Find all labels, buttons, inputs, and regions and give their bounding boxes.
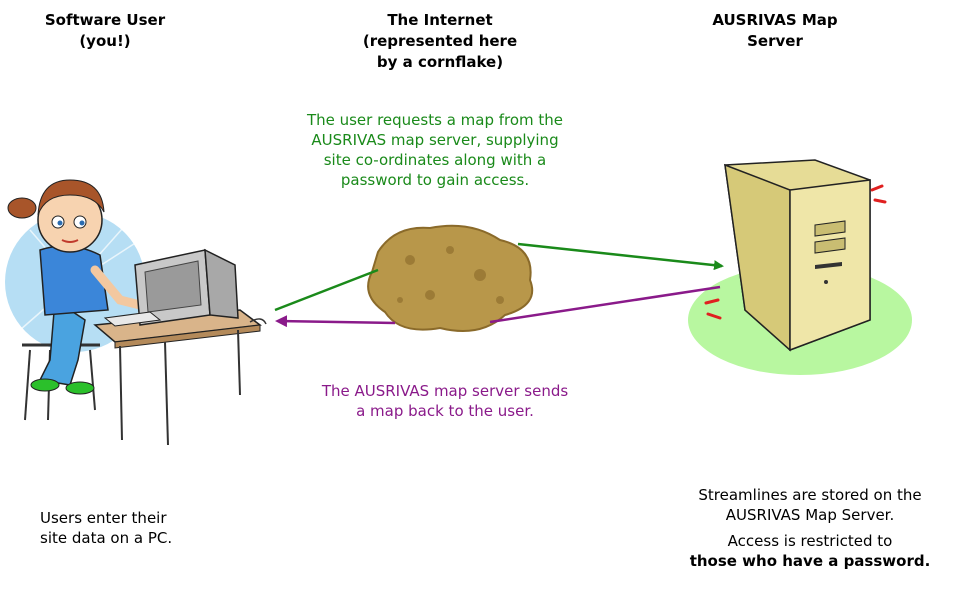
shoe-icon [30,378,60,392]
shoe-icon [65,381,95,395]
user-caption-line: Users enter their [40,509,167,527]
request-arrow [517,242,724,271]
diagram-canvas [5,159,912,446]
server-caption-line: AUSRIVAS Map Server. [725,506,895,524]
server-caption: Streamlines are stored on the AUSRIVAS M… [650,485,970,571]
user-caption: Users enter their site data on a PC. [40,508,210,548]
user-figure [5,179,145,421]
response-arrow [275,315,396,328]
desk-legs [119,329,241,446]
request-arrow-left-segment [274,268,379,312]
ponytail-icon [7,197,37,219]
server-caption-line: Access is restricted to [727,532,893,550]
server-caption-line: Streamlines are stored on the [698,486,922,504]
cornflake-icon [367,224,534,332]
torso-icon [39,245,109,316]
server-figure [688,159,912,375]
user-caption-line: site data on a PC. [40,529,173,547]
server-caption-bold-line: those who have a password. [689,552,931,570]
